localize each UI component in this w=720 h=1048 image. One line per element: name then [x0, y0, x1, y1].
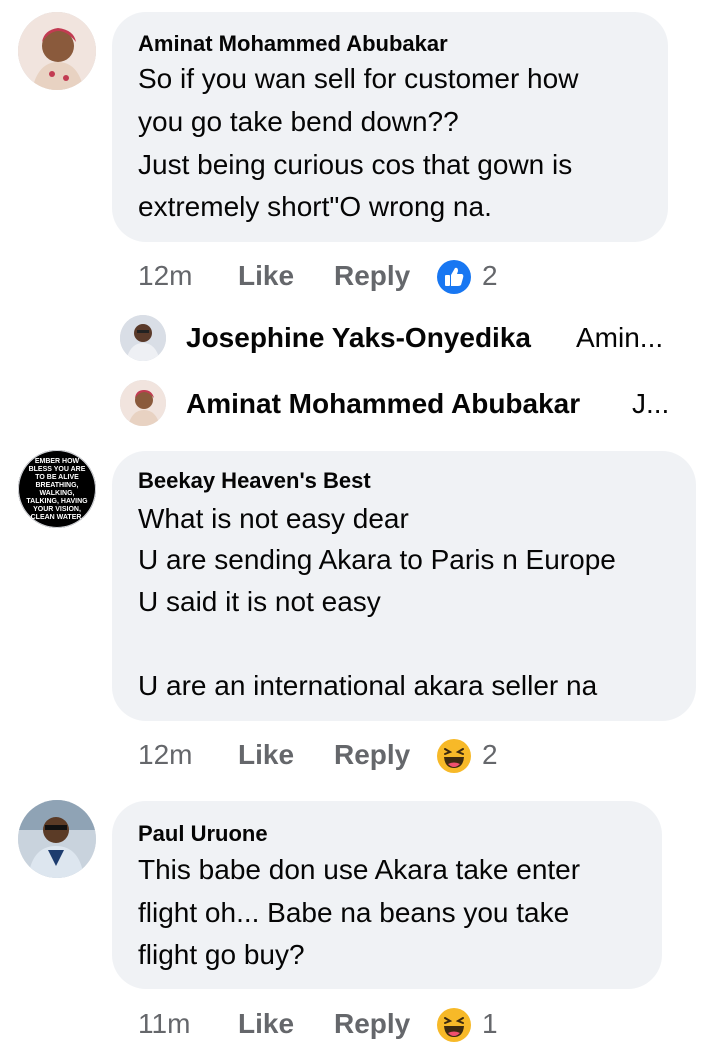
- comment-text-line: flight go buy?: [138, 939, 305, 970]
- comment-author[interactable]: Beekay Heaven's Best: [138, 468, 371, 494]
- reply-button[interactable]: Reply: [334, 260, 410, 292]
- comment-author[interactable]: Aminat Mohammed Abubakar: [138, 31, 448, 57]
- avatar-photo: [120, 315, 166, 361]
- avatar[interactable]: [18, 12, 96, 90]
- avatar: [120, 315, 166, 361]
- reply-row[interactable]: Aminat Mohammed Abubakar J...: [120, 378, 680, 428]
- comment-text-line: This babe don use Akara take enter: [138, 854, 581, 885]
- like-icon[interactable]: [436, 259, 472, 295]
- avatar-photo: [120, 380, 166, 426]
- comment-timestamp: 11m: [138, 1008, 191, 1039]
- like-button[interactable]: Like: [238, 739, 294, 771]
- like-button[interactable]: Like: [238, 1008, 294, 1040]
- reply-button[interactable]: Reply: [334, 739, 410, 771]
- avatar-quote-text: EMBER HOW BLESS YOU ARE TO BE ALIVE BREA…: [26, 458, 88, 521]
- comment-text-line: Just being curious cos that gown is: [138, 149, 573, 180]
- comment-text-line: U are an international akara seller na: [138, 670, 598, 701]
- like-button[interactable]: Like: [238, 260, 294, 292]
- comment-author[interactable]: Paul Uruone: [138, 821, 268, 847]
- reply-button[interactable]: Reply: [334, 1008, 410, 1040]
- avatar[interactable]: [18, 800, 96, 878]
- reaction-count[interactable]: 1: [482, 1008, 498, 1040]
- comment-text-line: U are sending Akara to Paris n Europe: [138, 544, 616, 575]
- haha-icon[interactable]: [436, 1007, 472, 1043]
- comment-text-line: So if you wan sell for customer how: [138, 63, 579, 94]
- reaction-count[interactable]: 2: [482, 739, 498, 771]
- reply-row[interactable]: Josephine Yaks-Onyedika Amin...: [120, 313, 680, 363]
- avatar-photo: [18, 800, 96, 878]
- avatar: [120, 380, 166, 426]
- reply-author[interactable]: Aminat Mohammed Abubakar: [186, 388, 580, 420]
- reply-preview: J...: [632, 388, 670, 419]
- avatar-photo: [18, 12, 96, 90]
- comment-timestamp: 12m: [138, 739, 193, 770]
- reaction-count[interactable]: 2: [482, 260, 498, 292]
- avatar[interactable]: EMBER HOW BLESS YOU ARE TO BE ALIVE BREA…: [18, 450, 96, 528]
- comment-text-line: extremely short"O wrong na.: [138, 191, 492, 222]
- comment-text-line: What is not easy dear: [138, 503, 409, 534]
- reply-author[interactable]: Josephine Yaks-Onyedika: [186, 322, 531, 354]
- comment-text-line: flight oh... Babe na beans you take: [138, 897, 570, 928]
- comment-timestamp: 12m: [138, 260, 193, 291]
- comment-text-line: you go take bend down??: [138, 106, 459, 137]
- comment-text-line: U said it is not easy: [138, 586, 381, 617]
- reply-preview: Amin...: [576, 322, 664, 353]
- haha-icon[interactable]: [436, 738, 472, 774]
